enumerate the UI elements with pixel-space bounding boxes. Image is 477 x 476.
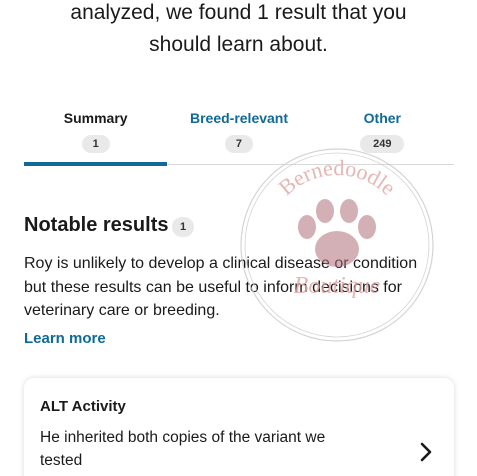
intro-line-2: should learn about. [149, 33, 328, 56]
tab-breed-relevant[interactable]: Breed-relevant 7 [167, 100, 310, 166]
active-tab-indicator [24, 162, 167, 166]
result-card-alt-activity[interactable]: ALT Activity He inherited both copies of… [24, 378, 454, 476]
description-line-3: veterinary care or breeding. [24, 302, 220, 319]
result-card-desc-line-2: tested [40, 452, 83, 469]
tab-breed-relevant-count: 7 [224, 135, 253, 153]
description-line-1: Roy is unlikely to develop a clinical di… [24, 255, 418, 272]
notable-results-count-badge: 1 [172, 217, 194, 237]
tab-summary-label: Summary [63, 110, 128, 126]
results-tabs: Summary 1 Breed-relevant 7 Other 249 [24, 100, 454, 166]
intro-line-1: analyzed, we found 1 result that you [70, 1, 407, 24]
result-card-desc-line-1: He inherited both copies of the variant … [40, 429, 326, 446]
result-card-title: ALT Activity [40, 398, 126, 415]
notable-results-heading: Notable results [24, 214, 169, 236]
chevron-right-icon[interactable] [418, 442, 434, 462]
tab-other-label: Other [363, 110, 401, 126]
tab-other-count: 249 [360, 135, 405, 153]
tab-summary-count: 1 [81, 135, 110, 153]
tab-breed-relevant-label: Breed-relevant [189, 110, 289, 126]
tab-other[interactable]: Other 249 [311, 100, 454, 166]
description-line-2: but these results can be useful to infor… [24, 278, 402, 296]
notable-results-description: Roy is unlikely to develop a clinical di… [24, 252, 444, 323]
learn-more-link[interactable]: Learn more [24, 330, 106, 347]
result-card-description: He inherited both copies of the variant … [40, 426, 380, 472]
tab-summary[interactable]: Summary 1 [24, 100, 167, 166]
